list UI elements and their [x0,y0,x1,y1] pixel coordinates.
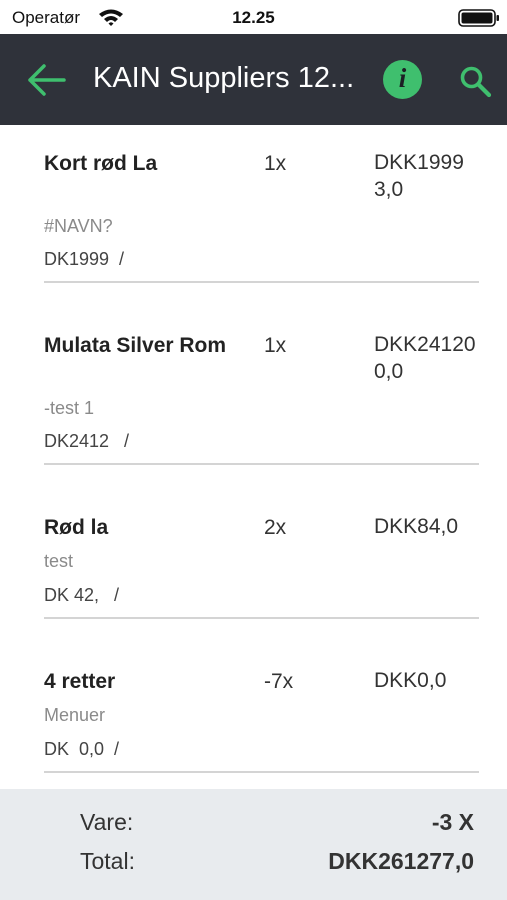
items-count-label: Vare: [80,809,134,835]
divider [44,281,479,283]
order-summary: Vare: -3 X Total: DKK261277,0 [0,789,507,900]
divider [44,617,479,619]
item-quantity: 1x [264,334,287,357]
item-code: DK 42, / [44,585,120,605]
item-price: DKK84,0 [374,515,459,538]
item-price: DKK0,0 [374,669,447,692]
item-price: DKK19993,0 [374,151,464,201]
page-title: KAIN Suppliers 12... [93,62,355,94]
item-code: DK1999 / [44,249,125,269]
item-description: -test 1 [44,398,95,418]
item-name: 4 retter [44,670,116,693]
divider [44,771,479,773]
divider [44,463,479,465]
item-description: test [44,551,74,571]
status-time: 12.25 [232,8,275,27]
item-description: Menuer [44,705,106,725]
item-name: Rød la [44,516,109,539]
item-code: DK2412 / [44,431,130,451]
item-quantity: 1x [264,152,287,175]
search-icon[interactable] [458,64,492,98]
item-code: DK 0,0 / [44,739,120,759]
list-item[interactable]: Kort rød La 1x DKK19993,0 #NAVN? DK1999 … [0,125,507,285]
item-description: #NAVN? [44,216,113,236]
item-quantity: 2x [264,516,287,539]
items-count-value: -3 X [431,809,474,835]
item-name: Kort rød La [44,152,158,175]
status-bar: Operatør 12.25 [0,0,507,34]
back-arrow-icon[interactable] [24,60,68,100]
total-value: DKK261277,0 [328,848,474,874]
list-item[interactable]: Rød la 2x DKK84,0 test DK 42, / [0,489,507,621]
info-icon: i [398,63,407,93]
item-quantity: -7x [264,670,294,693]
battery-icon [458,9,499,27]
item-name: Mulata Silver Rom [44,334,227,357]
item-price: DKK241200,0 [374,333,476,383]
info-button[interactable]: i [383,60,422,99]
list-item[interactable]: Mulata Silver Rom 1x DKK241200,0 -test 1… [0,307,507,467]
total-label: Total: [80,848,135,874]
app-bar: KAIN Suppliers 12... i [0,34,507,125]
list-item[interactable]: 4 retter -7x DKK0,0 Menuer DK 0,0 / [0,643,507,775]
